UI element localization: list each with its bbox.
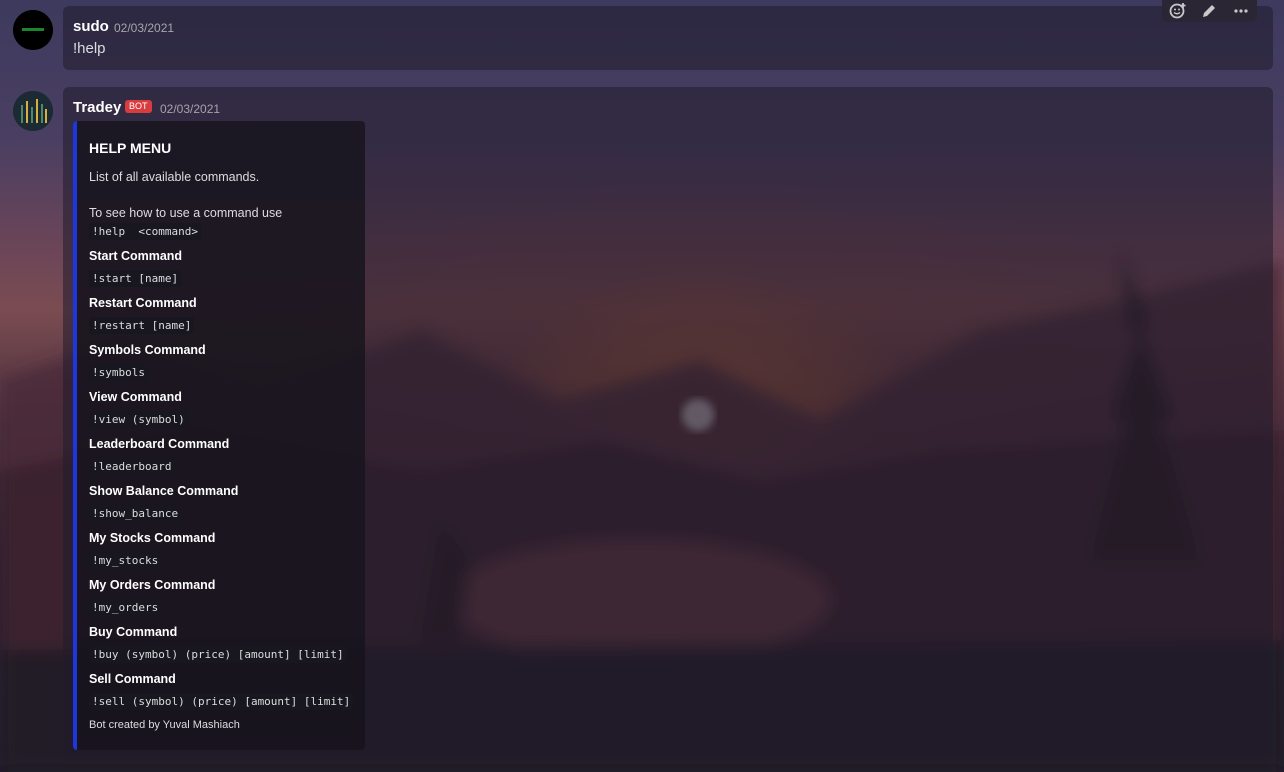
field-name-sell: Sell Command	[89, 672, 176, 686]
author-name[interactable]: sudo	[73, 18, 109, 35]
author-name[interactable]: Tradey	[73, 99, 121, 116]
help-usage-code: !help <command>	[89, 223, 201, 240]
field-name-show-balance: Show Balance Command	[89, 484, 239, 498]
field-value-my-orders: !my_orders	[89, 599, 162, 616]
field-name-start: Start Command	[89, 249, 183, 263]
field-value-leaderboard: !leaderboard	[89, 458, 175, 475]
field-value-symbols: !symbols	[89, 364, 148, 381]
field-value-show-balance: !show_balance	[89, 505, 182, 522]
embed-footer: Bot created by Yuval Mashiach	[89, 719, 240, 731]
avatar-tradey[interactable]	[13, 91, 53, 131]
help-embed: HELP MENU List of all available commands…	[73, 121, 365, 750]
field-name-view: View Command	[89, 390, 182, 404]
avatar-sudo[interactable]	[13, 10, 53, 50]
add-reaction-icon[interactable]	[1167, 0, 1189, 22]
edit-icon[interactable]	[1198, 0, 1220, 22]
field-name-my-orders: My Orders Command	[89, 578, 216, 592]
bot-badge: BOT	[125, 100, 152, 113]
embed-description: List of all available commands.	[89, 170, 260, 184]
field-name-leaderboard: Leaderboard Command	[89, 437, 230, 451]
field-value-buy: !buy (symbol) (price) [amount] [limit]	[89, 646, 347, 663]
field-value-my-stocks: !my_stocks	[89, 552, 162, 569]
message-sudo[interactable]	[63, 6, 1273, 70]
embed-description-usage: To see how to use a command use	[89, 206, 283, 220]
field-name-restart: Restart Command	[89, 296, 197, 310]
message-toolbar	[1162, 0, 1257, 22]
field-value-start: !start [name]	[89, 270, 182, 287]
field-value-restart: !restart [name]	[89, 317, 195, 334]
field-value-sell: !sell (symbol) (price) [amount] [limit]	[89, 693, 354, 710]
message-content: !help	[73, 40, 106, 57]
field-name-my-stocks: My Stocks Command	[89, 531, 216, 545]
field-name-symbols: Symbols Command	[89, 343, 206, 357]
message-timestamp: 02/03/2021	[160, 102, 221, 116]
more-icon[interactable]	[1230, 0, 1252, 22]
embed-title: HELP MENU	[89, 140, 172, 156]
field-name-buy: Buy Command	[89, 625, 178, 639]
field-value-view: !view (symbol)	[89, 411, 188, 428]
message-timestamp: 02/03/2021	[114, 21, 175, 35]
